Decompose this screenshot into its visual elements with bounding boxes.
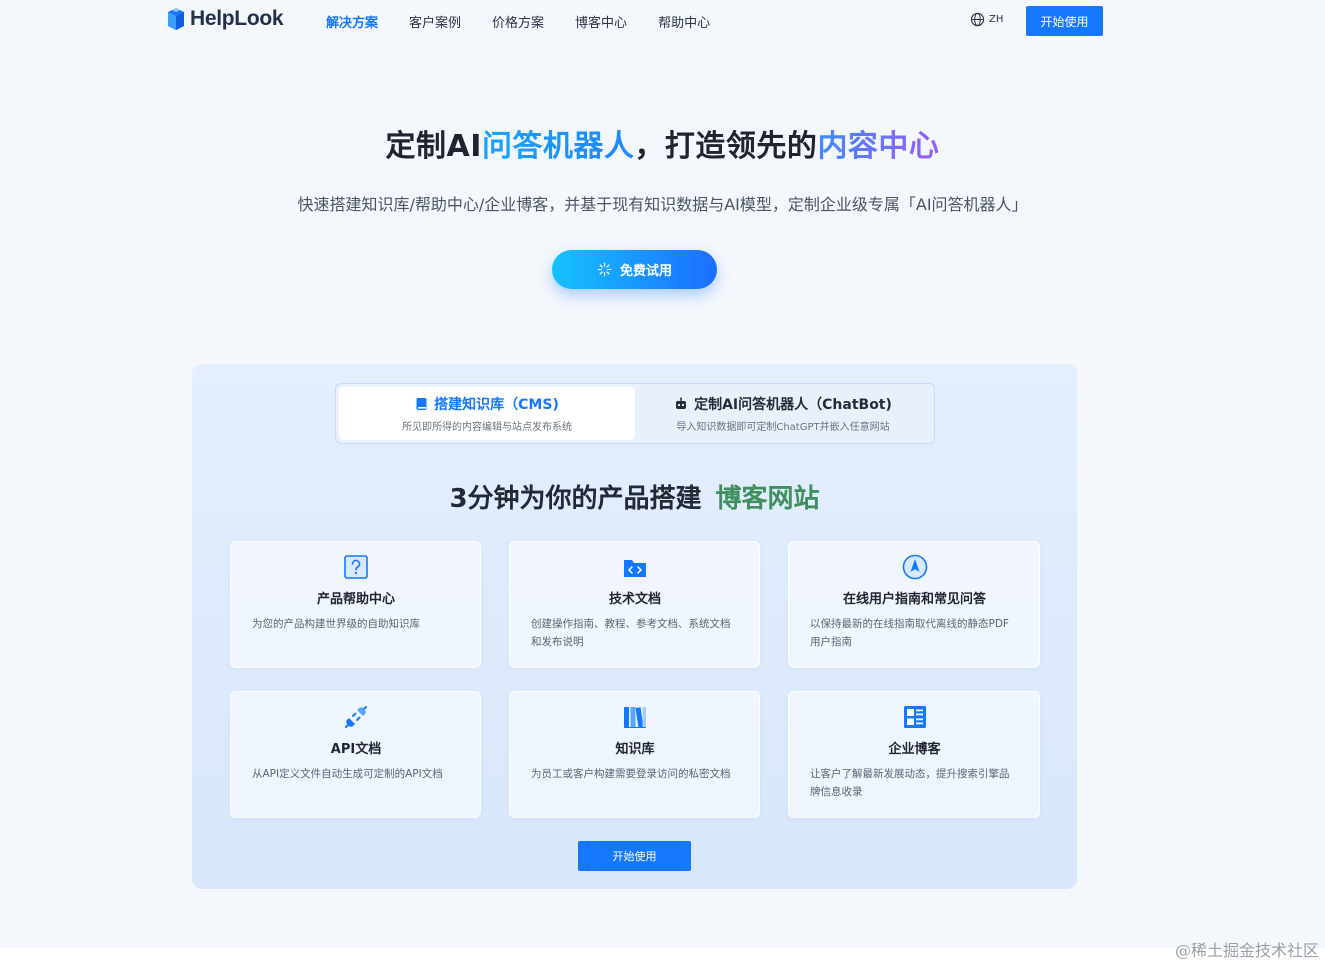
card-desc: 为员工或客户构建需要登录访问的私密文档: [531, 768, 731, 780]
tab-cms-title: 搭建知识库（CMS): [415, 394, 559, 414]
tab-chatbot-title: 定制AI问答机器人（ChatBot): [674, 394, 892, 414]
main-nav: 解决方案 客户案例 价格方案 博客中心 帮助中心: [326, 12, 741, 31]
robot-icon: [676, 397, 687, 409]
nav-item-pricing[interactable]: 价格方案: [492, 12, 544, 31]
tab-cms-desc: 所见即所得的内容编辑与站点发布系统: [402, 422, 572, 433]
hero-title: 定制AI问答机器人，打造领先的内容中心: [0, 121, 1325, 165]
feature-card-api-docs[interactable]: API文档 从API定义文件自动生成可定制的API文档: [230, 691, 481, 818]
panel-title-main: 3分钟为你的产品搭建: [449, 484, 702, 514]
blog-layout-icon: [903, 706, 926, 728]
tab-chatbot-desc: 导入知识数据即可定制ChatGPT并嵌入任意网站: [676, 422, 890, 433]
panel-title-highlight: 博客网站: [715, 484, 820, 514]
free-trial-button[interactable]: 免费试用: [552, 250, 717, 289]
book-icon: [416, 398, 427, 410]
sparkle-icon: [597, 262, 612, 277]
hero-title-part1: 定制AI: [385, 129, 482, 164]
header-start-button[interactable]: 开始使用: [1026, 6, 1103, 36]
feature-cards: 产品帮助中心 为您的产品构建世界级的自助知识库 技术文档 创建操作指南、教程、参…: [230, 541, 1040, 818]
hero-title-highlight1: 问答机器人: [481, 129, 635, 164]
tab-chatbot[interactable]: 定制AI问答机器人（ChatBot) 导入知识数据即可定制ChatGPT并嵌入任…: [635, 387, 931, 440]
bottom-strip: [0, 948, 1325, 965]
card-desc: 让客户了解最新发展动态，提升搜索引擎品牌信息收录: [810, 768, 1010, 798]
card-title: 知识库: [615, 742, 655, 757]
card-desc: 从API定义文件自动生成可定制的API文档: [252, 768, 443, 780]
panel-start-button[interactable]: 开始使用: [578, 841, 691, 871]
card-title: 在线用户指南和常见问答: [842, 592, 986, 607]
page: HelpLook 解决方案 客户案例 价格方案 博客中心 帮助中心 ZH 开始使…: [0, 0, 1325, 948]
plug-icon: [345, 706, 367, 728]
nav-item-help[interactable]: 帮助中心: [658, 12, 710, 31]
card-desc: 为您的产品构建世界级的自助知识库: [252, 618, 420, 630]
feature-card-help-center[interactable]: 产品帮助中心 为您的产品构建世界级的自助知识库: [230, 541, 481, 668]
card-title: 企业博客: [888, 742, 941, 757]
card-title: 技术文档: [608, 592, 661, 607]
product-tabs: 搭建知识库（CMS) 所见即所得的内容编辑与站点发布系统 定制AI问答机器人（C…: [335, 383, 935, 444]
language-label: ZH: [989, 14, 1004, 25]
feature-card-tech-docs[interactable]: 技术文档 创建操作指南、教程、参考文档、系统文档和发布说明: [509, 541, 760, 668]
watermark: @稀土掘金技术社区: [1174, 941, 1319, 960]
logo-text: HelpLook: [190, 7, 284, 30]
nav-item-solutions[interactable]: 解决方案: [326, 12, 378, 31]
panel-title: 3分钟为你的产品搭建 博客网站: [192, 478, 1077, 515]
card-title: 产品帮助中心: [316, 592, 395, 607]
hero-subtitle: 快速搭建知识库/帮助中心/企业博客，并基于现有知识数据与AI模型，定制企业级专属…: [297, 195, 1028, 214]
question-icon: [344, 555, 368, 579]
tab-cms[interactable]: 搭建知识库（CMS) 所见即所得的内容编辑与站点发布系统: [339, 387, 635, 440]
logo-icon: [168, 8, 184, 30]
nav-item-blog[interactable]: 博客中心: [575, 12, 627, 31]
books-icon: [624, 707, 646, 728]
free-trial-label: 免费试用: [619, 263, 672, 278]
globe-icon: [970, 12, 985, 27]
card-desc: 以保持最新的在线指南取代离线的静态PDF用户指南: [810, 618, 1009, 648]
card-desc: 创建操作指南、教程、参考文档、系统文档和发布说明: [531, 618, 731, 648]
feature-card-blog[interactable]: 企业博客 让客户了解最新发展动态，提升搜索引擎品牌信息收录: [788, 691, 1040, 818]
feature-card-user-guide[interactable]: 在线用户指南和常见问答 以保持最新的在线指南取代离线的静态PDF用户指南: [788, 541, 1040, 668]
feature-card-knowledge-base[interactable]: 知识库 为员工或客户构建需要登录访问的私密文档: [509, 691, 760, 818]
feature-panel: 搭建知识库（CMS) 所见即所得的内容编辑与站点发布系统 定制AI问答机器人（C…: [192, 364, 1077, 889]
hero-title-highlight2: 内容中心: [817, 129, 940, 164]
language-switcher[interactable]: ZH: [970, 12, 1003, 27]
card-title: API文档: [330, 742, 382, 757]
code-folder-icon: [624, 560, 646, 577]
hero-title-part3: ，打造领先的: [634, 129, 818, 164]
logo[interactable]: HelpLook: [166, 6, 284, 32]
compass-icon: [902, 554, 927, 580]
top-header: HelpLook 解决方案 客户案例 价格方案 博客中心 帮助中心 ZH 开始使…: [0, 0, 1325, 42]
nav-item-cases[interactable]: 客户案例: [409, 12, 461, 31]
